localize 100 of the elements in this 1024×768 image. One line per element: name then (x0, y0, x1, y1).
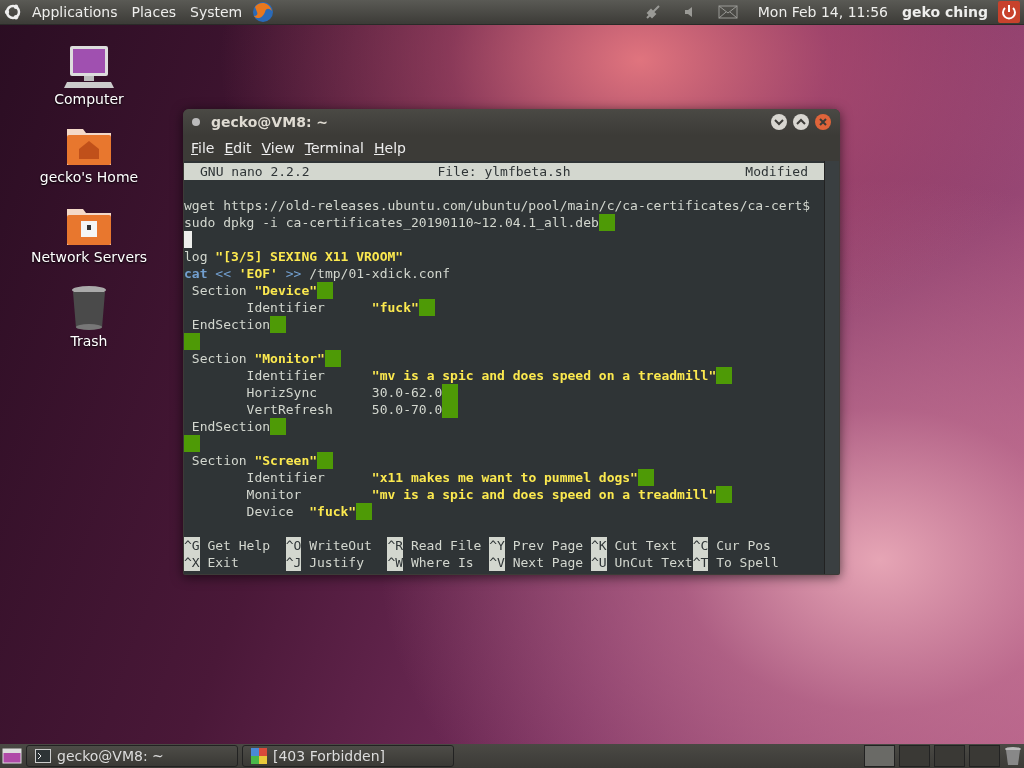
shortcut-key: ^U (590, 554, 607, 571)
shortcut-key: ^T (692, 554, 709, 571)
computer-icon (64, 45, 114, 89)
code-text: Section (190, 452, 248, 469)
cursor-block (324, 350, 341, 367)
window-menu-icon[interactable] (191, 117, 201, 127)
code-text: Identifier (245, 469, 326, 486)
shortcut-label: Get Help (206, 537, 271, 554)
shortcut-label: Justify (308, 554, 364, 571)
cursor-block (418, 299, 435, 316)
code-text: wget https://old-releases.ubuntu.com/ubuntu/pool/main/c/ca-certificates/ca-cert$ (184, 197, 811, 214)
code-text: /tmp/01-xdick.conf (309, 265, 451, 282)
shortcut-label: Exit (206, 554, 239, 571)
taskbar-button[interactable]: [403 Forbidden] (242, 745, 454, 767)
minimize-icon[interactable] (770, 113, 788, 131)
trash-icon[interactable] (1004, 746, 1022, 766)
shortcut-key: ^O (285, 537, 302, 554)
menu-item[interactable]: Help (370, 138, 410, 158)
code-text: "Screen" (254, 452, 318, 469)
clock[interactable]: Mon Feb 14, 11:56 (753, 4, 892, 20)
cursor-block (442, 401, 459, 418)
code-text: Identifier (245, 367, 326, 384)
cursor-block (184, 435, 200, 452)
shortcut-key: ^C (692, 537, 709, 554)
shortcut-key: ^R (387, 537, 404, 554)
shortcut-key: ^Y (489, 537, 505, 554)
nano-version: GNU nano 2.2.2 (199, 163, 311, 180)
code-text: EndSection (190, 316, 271, 333)
shortcut-key: ^W (387, 554, 404, 571)
code-text: Monitor (245, 486, 303, 503)
code-text: "Device" (254, 282, 318, 299)
code-text: HorizSync 30.0-62.0 (245, 384, 443, 401)
taskbar-button[interactable]: gecko@VM8: ~ (26, 745, 238, 767)
desktop-icon-label[interactable]: Network Servers (30, 249, 148, 265)
code-text: log (184, 248, 209, 265)
user-name[interactable]: geko ching (898, 4, 992, 20)
shortcut-label: Cur Pos (715, 537, 771, 554)
workspace-switcher[interactable] (934, 745, 965, 767)
panel-menu[interactable]: Applications (28, 4, 122, 20)
code-text: sudo dpkg -i ca-certificates_20190110~12.04.1_all.deb (184, 214, 599, 231)
show-desktop-icon[interactable] (2, 747, 22, 765)
workspace-switcher[interactable] (899, 745, 930, 767)
cursor-block (637, 469, 654, 486)
cursor-block (598, 214, 615, 231)
cursor-block (716, 367, 733, 384)
menu-item[interactable]: File (187, 138, 219, 158)
cursor-block (317, 282, 334, 299)
cursor-block (270, 316, 287, 333)
cursor-block (270, 418, 287, 435)
page-icon (251, 748, 267, 764)
power-icon[interactable] (998, 1, 1020, 23)
cursor-block (442, 384, 459, 401)
code-text: "fuck" (309, 503, 357, 520)
code-text: 'EOF' (238, 265, 278, 282)
shortcut-label: Where Is (409, 554, 474, 571)
scrollbar[interactable] (824, 161, 839, 574)
desktop-icon-label[interactable]: Trash (70, 333, 108, 349)
modified-status: Modified (744, 163, 809, 180)
code-text: VertRefresh 50.0-70.0 (245, 401, 443, 418)
code-text: "Monitor" (254, 350, 325, 367)
shortcut-label: UnCut Text (613, 554, 693, 571)
shortcut-key: ^V (489, 554, 505, 571)
desktop-icon-label[interactable]: Computer (54, 91, 124, 107)
shortcut-label: Read File (409, 537, 482, 554)
desktop-icon-label[interactable]: gecko's Home (39, 169, 139, 185)
window-title: gecko@VM8: ~ (211, 114, 329, 130)
panel-menu[interactable]: System (186, 4, 247, 20)
workspace-switcher[interactable] (969, 745, 1000, 767)
code-text: "mv is a spic and does speed on a treadmill" (371, 367, 717, 384)
code-text: Device (245, 503, 295, 520)
shortcut-label: To Spell (715, 554, 779, 571)
code-text: << (214, 265, 232, 282)
shortcut-key: ^X (184, 554, 200, 571)
code-text: "x11 makes me want to pummel dogs" (371, 469, 638, 486)
cursor-block (716, 486, 733, 503)
browser-globe-icon[interactable] (252, 1, 275, 23)
code-text: >> (284, 265, 303, 282)
shortcut-key: ^K (590, 537, 607, 554)
code-text: "fuck" (371, 299, 419, 316)
workspace-switcher[interactable] (864, 745, 895, 767)
file-name: File: ylmfbeta.sh (436, 163, 572, 180)
ubuntu-logo-icon[interactable] (4, 3, 22, 21)
code-text: Section (190, 350, 248, 367)
panel-menu[interactable]: Places (127, 4, 181, 20)
cursor-block (184, 333, 200, 350)
shortcut-key: ^J (285, 554, 302, 571)
shortcut-label: Cut Text (613, 537, 678, 554)
text-cursor (184, 231, 192, 248)
close-icon[interactable] (814, 113, 832, 131)
mail-icon[interactable] (717, 5, 738, 19)
menu-item[interactable]: View (257, 138, 299, 158)
code-text: "mv is a spic and does speed on a treadmill" (371, 486, 717, 503)
cursor-block (317, 452, 334, 469)
menu-item[interactable]: Terminal (300, 138, 368, 158)
code-text: Identifier (245, 299, 326, 316)
maximize-icon[interactable] (792, 113, 810, 131)
code-text: "[3/5] SEXING X11 VROOM" (215, 248, 404, 265)
menu-item[interactable]: Edit (220, 138, 256, 158)
cursor-block (356, 503, 373, 520)
shortcut-label: Prev Page (511, 537, 584, 554)
